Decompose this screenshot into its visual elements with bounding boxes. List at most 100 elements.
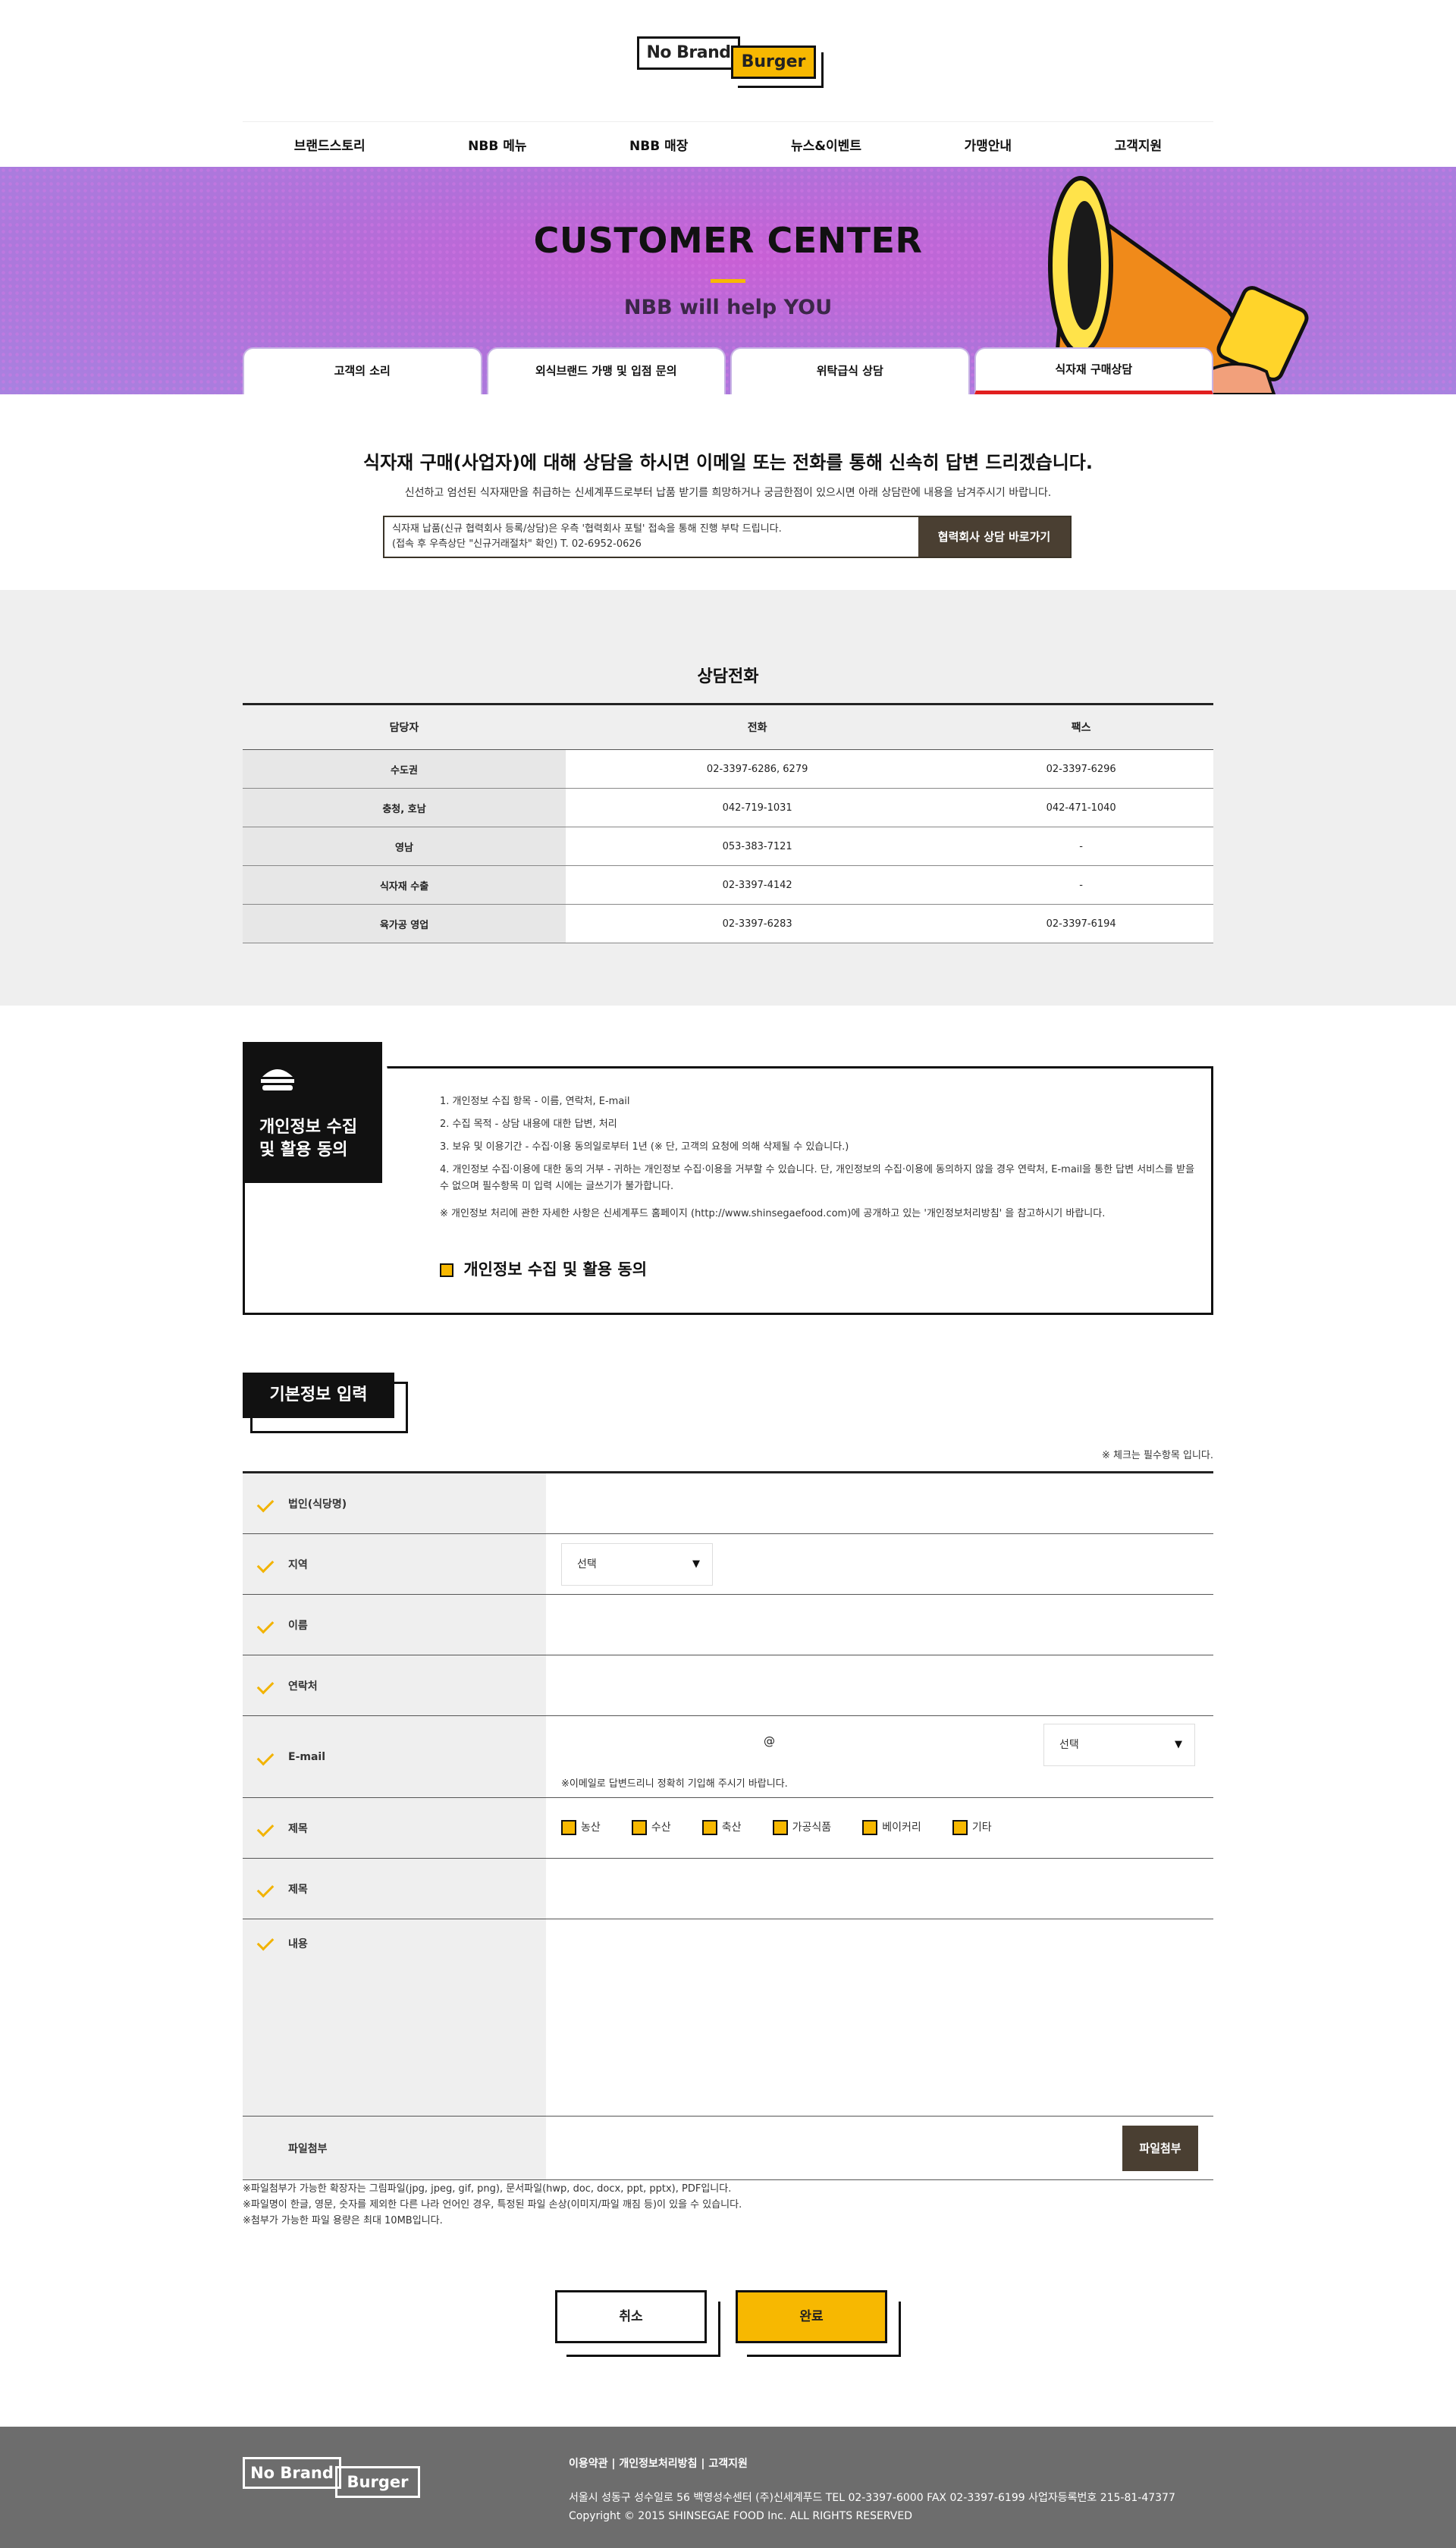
category-label: 수산 xyxy=(651,1822,671,1834)
intro-section: 식자재 구매(사업자)에 대해 상담을 하시면 이메일 또는 전화를 통해 신속… xyxy=(0,447,1456,500)
form-row-region: 지역 선택 ▼ xyxy=(243,1534,1213,1595)
label-name: 이름 xyxy=(243,1595,546,1655)
label-email: E-mail xyxy=(243,1716,546,1797)
file-cell: 파일첨부 xyxy=(546,2117,1213,2179)
submit-label: 완료 xyxy=(799,2309,824,2324)
intro-heading: 식자재 구매(사업자)에 대해 상담을 하시면 이메일 또는 전화를 통해 신속… xyxy=(362,452,1093,473)
nav-brand-story[interactable]: 브랜드스토리 xyxy=(294,135,366,154)
nav-news-events[interactable]: 뉴스&이벤트 xyxy=(791,135,861,154)
table-row: 육가공 영업 02-3397-6283 02-3397-6194 xyxy=(243,904,1213,943)
cell-region: 식자재 수출 xyxy=(243,865,566,905)
checkbox-icon xyxy=(631,1820,647,1835)
cancel-button[interactable]: 취소 xyxy=(555,2290,720,2357)
nav-menu[interactable]: NBB 메뉴 xyxy=(468,135,526,154)
submit-button[interactable]: 완료 xyxy=(736,2290,901,2357)
link-privacy[interactable]: 개인정보처리방침 xyxy=(619,2458,697,2470)
link-support[interactable]: 고객지원 xyxy=(708,2458,748,2470)
form-title: 기본정보 입력 xyxy=(243,1373,394,1418)
privacy-item: 2. 수집 목적 - 상담 내용에 대한 답변, 처리 xyxy=(440,1119,617,1130)
checkbox-icon xyxy=(772,1820,788,1835)
cell-region: 수도권 xyxy=(243,749,566,789)
content-textarea[interactable] xyxy=(546,1919,1213,2116)
email-cell: @ 선택 ▼ ※이메일로 답변드리니 정확히 기입해 주시기 바랍니다. xyxy=(546,1716,1213,1797)
table-row: 영남 053-383-7121 - xyxy=(243,827,1213,866)
region-select[interactable]: 선택 ▼ xyxy=(561,1543,713,1586)
th-phone: 전화 xyxy=(566,703,949,750)
check-icon xyxy=(256,1748,275,1765)
notice-text: 식자재 납품(신규 협력회사 등록/상담)은 우측 '협력회사 포털' 접속을 … xyxy=(392,522,782,552)
partner-portal-button[interactable]: 협력회사 상담 바로가기 xyxy=(918,517,1070,557)
checkbox-icon xyxy=(862,1820,878,1835)
category-checkbox[interactable]: 기타 xyxy=(952,1819,992,1835)
brand-logo[interactable]: No Brand Burger xyxy=(637,36,824,88)
privacy-item: 3. 보유 및 이용기간 - 수집·이용 동의일로부터 1년 (※ 단, 고객의… xyxy=(440,1141,849,1153)
subject-input[interactable] xyxy=(546,1859,1213,1919)
partner-notice: 식자재 납품(신규 협력회사 등록/상담)은 우측 '협력회사 포털' 접속을 … xyxy=(383,516,1072,558)
privacy-title: 개인정보 수집 및 활용 동의 xyxy=(259,1116,357,1162)
tab-franchise-inquiry[interactable]: 외식브랜드 가맹 및 입점 문의 xyxy=(486,347,726,394)
category-checkbox[interactable]: 베이커리 xyxy=(862,1819,921,1835)
footer-address: 서울시 성동구 성수일로 56 백영성수센터 (주)신세계푸드 TEL 02-3… xyxy=(569,2489,1175,2525)
nav-franchise[interactable]: 가맹안내 xyxy=(965,135,1012,154)
email-domain-select[interactable]: 선택 ▼ xyxy=(1043,1724,1195,1766)
cell-fax: 02-3397-6296 xyxy=(949,749,1213,789)
nav-support[interactable]: 고객지원 xyxy=(1115,135,1163,154)
name-input[interactable] xyxy=(546,1595,1213,1655)
main-nav: 브랜드스토리 NBB 메뉴 NBB 매장 뉴스&이벤트 가맹안내 고객지원 xyxy=(243,121,1213,167)
label-subject: 제목 xyxy=(243,1859,546,1919)
footer-logo-burger: Burger xyxy=(335,2466,420,2498)
tab-catering[interactable]: 위탁급식 상담 xyxy=(730,347,970,394)
cancel-label: 취소 xyxy=(619,2309,643,2324)
dropdown-arrow-icon: ▼ xyxy=(692,1558,700,1570)
category-label: 축산 xyxy=(721,1822,742,1834)
category-label: 농산 xyxy=(581,1822,601,1834)
label-text: 지역 xyxy=(288,1558,308,1571)
check-icon xyxy=(256,1495,275,1512)
label-region: 지역 xyxy=(243,1534,546,1594)
th-fax: 팩스 xyxy=(949,703,1213,750)
category-checkbox[interactable]: 수산 xyxy=(631,1819,671,1835)
footer-logo[interactable]: No Brand Burger xyxy=(243,2457,425,2499)
privacy-agree-checkbox[interactable]: 개인정보 수집 및 활용 동의 xyxy=(440,1257,647,1280)
corp-input[interactable] xyxy=(546,1473,1213,1533)
privacy-title-line: 및 활용 동의 xyxy=(259,1141,348,1159)
label-text: 파일첨부 xyxy=(288,2142,328,2155)
copyright-text: Copyright © 2015 SHINSEGAE FOOD Inc. ALL… xyxy=(569,2510,912,2522)
email-id-input[interactable] xyxy=(561,1730,758,1760)
file-note: ※파일명이 한글, 영문, 숫자를 제외한 다른 나라 언어인 경우, 특정된 … xyxy=(243,2199,742,2211)
tab-bar: 고객의 소리 외식브랜드 가맹 및 입점 문의 위탁급식 상담 식자재 구매상담 xyxy=(243,347,1213,394)
address-text: 서울시 성동구 성수일로 56 백영성수센터 (주)신세계푸드 TEL 02-3… xyxy=(569,2492,1175,2504)
check-icon xyxy=(256,1677,275,1694)
label-text: 제목 xyxy=(288,1822,308,1835)
file-attach-button[interactable]: 파일첨부 xyxy=(1122,2126,1198,2171)
phone-table: 담당자 전화 팩스 수도권 02-3397-6286, 6279 02-3397… xyxy=(243,703,1213,943)
privacy-badge: 개인정보 수집 및 활용 동의 xyxy=(243,1042,410,1183)
tab-voice[interactable]: 고객의 소리 xyxy=(243,347,482,394)
link-terms[interactable]: 이용약관 xyxy=(569,2458,608,2470)
category-checkbox[interactable]: 가공식품 xyxy=(772,1819,831,1835)
cell-phone: 02-3397-4142 xyxy=(566,865,949,905)
dropdown-arrow-icon: ▼ xyxy=(1175,1739,1182,1750)
email-at: @ xyxy=(764,1734,775,1748)
privacy-item: 1. 개인정보 수집 항목 - 이름, 연락처, E-mail xyxy=(440,1096,630,1107)
email-select-value: 선택 xyxy=(1059,1739,1079,1751)
check-icon xyxy=(256,1819,275,1837)
footer: No Brand Burger 이용약관 | 개인정보처리방침 | 고객지원 서… xyxy=(0,2427,1456,2548)
contact-input[interactable] xyxy=(546,1655,1213,1715)
check-icon xyxy=(256,1555,275,1573)
category-checkbox[interactable]: 농산 xyxy=(561,1819,601,1835)
category-checkbox[interactable]: 축산 xyxy=(701,1819,742,1835)
table-row: 수도권 02-3397-6286, 6279 02-3397-6296 xyxy=(243,749,1213,789)
link-sep: | xyxy=(697,2458,709,2470)
label-text: E-mail xyxy=(288,1750,326,1763)
email-domain-input[interactable] xyxy=(789,1730,978,1760)
form-row-email: E-mail @ 선택 ▼ ※이메일로 답변드리니 정확히 기입해 주시기 바랍… xyxy=(243,1716,1213,1798)
tab-ingredients[interactable]: 식자재 구매상담 xyxy=(974,347,1213,394)
form-row-subject: 제목 xyxy=(243,1859,1213,1919)
nav-stores[interactable]: NBB 매장 xyxy=(629,135,688,154)
form-row-contact: 연락처 xyxy=(243,1655,1213,1716)
checkbox-icon xyxy=(561,1820,576,1835)
intro-description: 신선하고 엄선된 식자재만을 취급하는 신세계푸드로부터 납품 받기를 희망하거… xyxy=(404,487,1052,499)
cell-phone: 02-3397-6286, 6279 xyxy=(566,749,949,789)
checkbox-icon[interactable] xyxy=(440,1263,453,1277)
